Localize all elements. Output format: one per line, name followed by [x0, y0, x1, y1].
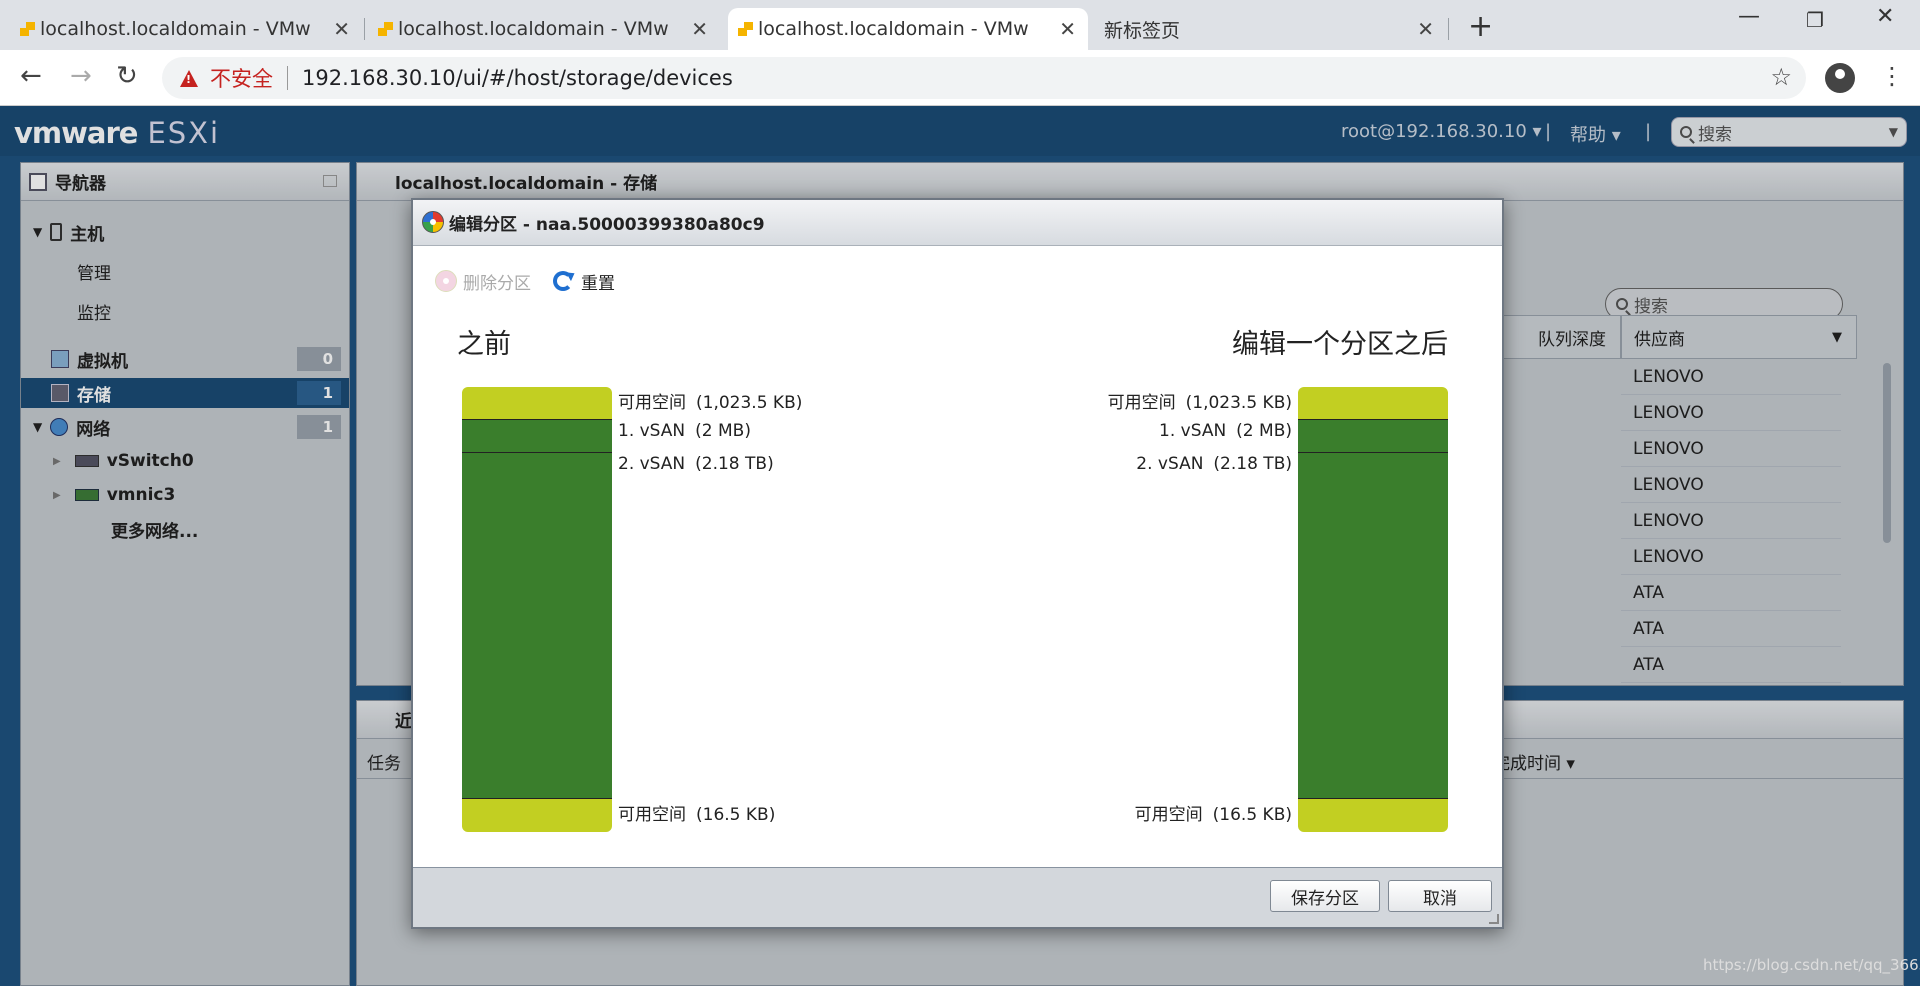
partition-size: (16.5 KB): [1212, 805, 1292, 825]
partition-size: (16.5 KB): [696, 805, 776, 825]
partition-size: (1,023.5 KB): [696, 393, 803, 413]
partition-name: 1. vSAN: [1159, 421, 1227, 441]
reset-button[interactable]: 重置: [553, 269, 615, 294]
account-avatar-icon[interactable]: [1825, 63, 1855, 93]
partition-name: 可用空间: [618, 393, 686, 413]
bookmark-star-icon[interactable]: ☆: [1770, 63, 1792, 91]
tab-close-icon[interactable]: ✕: [691, 17, 708, 41]
partition-size: (2.18 TB): [695, 454, 774, 474]
partition-size: (2.18 TB): [1213, 454, 1292, 474]
partition-label: 2. vSAN (2.18 TB): [618, 454, 774, 474]
partition-label: 可用空间 (16.5 KB): [1135, 800, 1292, 825]
omnibox[interactable]: 不安全 192.168.30.10/ui/#/host/storage/devi…: [162, 57, 1806, 99]
url-text[interactable]: 192.168.30.10/ui/#/host/storage/devices: [302, 66, 733, 90]
vmware-favicon-icon: [20, 22, 36, 36]
watermark: https://blog.csdn.net/qq_36650546: [1703, 956, 1920, 974]
tab-divider: [364, 18, 365, 40]
browser-tab-4[interactable]: 新标签页 ✕: [1094, 8, 1446, 50]
browser-tab-1[interactable]: localhost.localdomain - VMware ESXi ✕: [10, 8, 362, 50]
warning-triangle-icon: [180, 69, 198, 87]
partition-name: 2. vSAN: [618, 454, 686, 474]
window-close-icon[interactable]: ✕: [1876, 4, 1894, 29]
partition-name: 可用空间: [1107, 393, 1176, 413]
partition-bar-after: [1298, 387, 1448, 832]
disk-partition-icon: [422, 211, 444, 233]
partition-size: (2 MB): [1236, 421, 1292, 441]
tab-close-icon[interactable]: ✕: [333, 17, 350, 41]
after-heading: 编辑一个分区之后: [1232, 329, 1448, 360]
new-tab-plus-icon[interactable]: +: [1468, 9, 1493, 44]
browser-tab-2[interactable]: localhost.localdomain - VMware ESXi ✕: [368, 8, 720, 50]
refresh-icon: [553, 271, 573, 291]
partition-segment-vsan-2[interactable]: [462, 453, 612, 799]
partition-segment-vsan-2[interactable]: [1298, 453, 1448, 799]
partition-segment-vsan-1[interactable]: [1298, 420, 1448, 453]
partition-name: 可用空间: [618, 805, 686, 825]
partition-label: 可用空间 (1,023.5 KB): [1108, 388, 1292, 413]
omnibox-divider: [287, 66, 288, 90]
partition-label: 2. vSAN (2.18 TB): [1136, 454, 1292, 474]
partition-name: 1. vSAN: [618, 421, 686, 441]
dialog-title-bar[interactable]: 编辑分区 - naa.50000399380a80c9: [413, 200, 1502, 246]
toolbar-label: 删除分区: [463, 273, 531, 294]
forward-arrow-icon[interactable]: →: [70, 61, 92, 91]
partition-segment-free[interactable]: [1298, 387, 1448, 420]
partition-size: (1,023.5 KB): [1185, 393, 1292, 413]
tab-label: 新标签页: [1104, 19, 1181, 42]
tab-close-icon[interactable]: ✕: [1059, 17, 1076, 41]
dialog-title: 编辑分区 - naa.50000399380a80c9: [449, 215, 765, 235]
resize-grip-icon[interactable]: [1489, 914, 1499, 924]
partition-segment-free[interactable]: [462, 387, 612, 420]
before-heading: 之前: [457, 329, 511, 360]
reload-icon[interactable]: ↻: [116, 61, 138, 91]
tab-label: localhost.localdomain - VMware ESXi: [758, 18, 1028, 40]
toolbar-label: 重置: [581, 273, 615, 294]
delete-partition-button[interactable]: 删除分区: [435, 269, 531, 294]
partition-bar-before: [462, 387, 612, 832]
partition-label: 可用空间 (16.5 KB): [618, 800, 775, 825]
partition-label: 1. vSAN (2 MB): [618, 421, 751, 441]
security-label[interactable]: 不安全: [210, 63, 273, 93]
dialog-footer: 保存分区 取消: [413, 867, 1502, 927]
vmware-favicon-icon: [738, 22, 754, 36]
minimize-icon[interactable]: —: [1738, 4, 1760, 29]
edit-partitions-dialog: 编辑分区 - naa.50000399380a80c9 删除分区 重置 之前 编…: [411, 198, 1504, 929]
partition-label: 1. vSAN (2 MB): [1159, 421, 1292, 441]
vmware-favicon-icon: [378, 22, 394, 36]
partition-size: (2 MB): [695, 421, 751, 441]
partition-label: 可用空间 (1,023.5 KB): [618, 388, 802, 413]
cancel-button[interactable]: 取消: [1388, 880, 1492, 912]
browser-tab-3-active[interactable]: localhost.localdomain - VMware ESXi ✕: [728, 8, 1088, 50]
partition-segment-free[interactable]: [462, 799, 612, 832]
delete-disk-icon: [435, 270, 457, 292]
tab-close-icon[interactable]: ✕: [1417, 17, 1434, 41]
address-bar-row: ← → ↻ 不安全 192.168.30.10/ui/#/host/storag…: [0, 50, 1920, 106]
browser-menu-icon[interactable]: ⋮: [1880, 62, 1904, 90]
back-arrow-icon[interactable]: ←: [20, 61, 42, 91]
partition-segment-free[interactable]: [1298, 799, 1448, 832]
partition-name: 可用空间: [1134, 805, 1203, 825]
browser-tab-strip: localhost.localdomain - VMware ESXi ✕ lo…: [0, 0, 1920, 50]
restore-icon[interactable]: ❐: [1806, 8, 1824, 32]
tab-label: localhost.localdomain - VMware ESXi: [398, 18, 668, 40]
tab-divider: [1448, 18, 1449, 40]
tab-label: localhost.localdomain - VMware ESXi: [40, 18, 310, 40]
save-partitions-button[interactable]: 保存分区: [1270, 880, 1380, 912]
partition-segment-vsan-1[interactable]: [462, 420, 612, 453]
partition-name: 2. vSAN: [1136, 454, 1204, 474]
dialog-toolbar: 删除分区 重置: [435, 266, 637, 296]
